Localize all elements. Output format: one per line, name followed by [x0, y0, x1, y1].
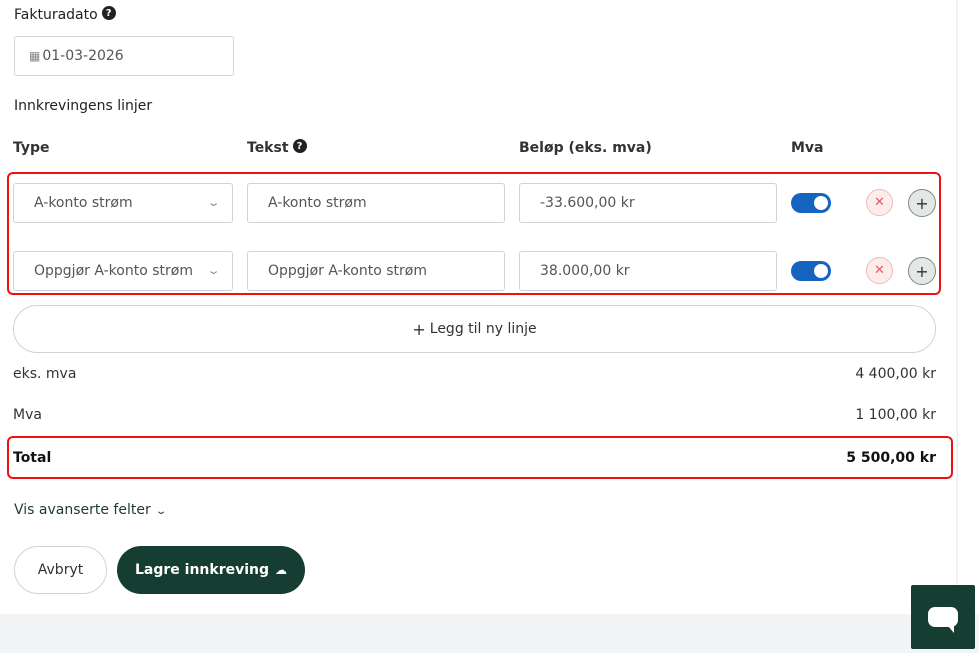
line-text-value: Oppgjør A-konto strøm [268, 263, 427, 279]
line-type-select[interactable]: A-konto strøm ⌄ [13, 183, 233, 223]
plus-icon: + [915, 261, 929, 281]
summary-vat-row: Mva 1 100,00 kr [13, 407, 936, 423]
chat-icon [928, 607, 958, 633]
chevron-down-icon: ⌄ [206, 196, 221, 209]
lines-title: Innkrevingens linjer [14, 98, 153, 114]
scrollbar[interactable] [957, 0, 979, 614]
advanced-label: Vis avanserte felter [14, 502, 151, 518]
cancel-button[interactable]: Avbryt [14, 546, 107, 594]
save-label: Lagre innkreving [134, 562, 270, 578]
total-label: Total [13, 450, 52, 466]
ex-vat-value: 4 400,00 kr [855, 366, 936, 382]
save-button[interactable]: Lagre innkreving ☁ [117, 546, 305, 594]
add-new-line-label: Legg til ny linje [429, 321, 537, 337]
toggle-knob [814, 264, 828, 278]
line-text-input[interactable]: Oppgjør A-konto strøm [247, 251, 505, 291]
help-icon[interactable]: ? [101, 6, 116, 20]
add-new-line-button[interactable]: + Legg til ny linje [13, 305, 936, 353]
line-amount-value: -33.600,00 kr [540, 195, 635, 211]
total-value: 5 500,00 kr [846, 450, 936, 466]
chat-button[interactable] [911, 585, 975, 649]
line-amount-value: 38.000,00 kr [540, 263, 630, 279]
cloud-upload-icon: ☁ [275, 563, 288, 577]
line-text-value: A-konto strøm [268, 195, 367, 211]
invoice-date-input[interactable]: ▦ 01-03-2026 [14, 36, 234, 76]
invoice-date-label: Fakturadato? [14, 6, 116, 23]
invoice-date-value: 01-03-2026 [42, 48, 124, 64]
line-type-value: A-konto strøm [34, 195, 133, 211]
calendar-icon: ▦ [29, 49, 41, 63]
line-vat-toggle[interactable] [791, 193, 831, 213]
close-icon: ✕ [874, 195, 885, 210]
chevron-down-icon: ⌄ [206, 264, 221, 277]
line-text-input[interactable]: A-konto strøm [247, 183, 505, 223]
remove-line-button[interactable]: ✕ [866, 189, 893, 216]
col-header-text: Tekst? [247, 139, 307, 156]
line-type-value: Oppgjør A-konto strøm [34, 263, 193, 279]
vat-label: Mva [13, 407, 42, 423]
line-amount-input[interactable]: 38.000,00 kr [519, 251, 777, 291]
plus-icon: + [915, 193, 929, 213]
col-header-vat: Mva [791, 140, 824, 156]
ex-vat-label: eks. mva [13, 366, 77, 382]
line-type-select[interactable]: Oppgjør A-konto strøm ⌄ [13, 251, 233, 291]
remove-line-button[interactable]: ✕ [866, 257, 893, 284]
summary-total-row: Total 5 500,00 kr [13, 450, 936, 466]
line-vat-toggle[interactable] [791, 261, 831, 281]
col-header-type: Type [13, 140, 50, 156]
col-header-amount: Beløp (eks. mva) [519, 140, 652, 156]
line-amount-input[interactable]: -33.600,00 kr [519, 183, 777, 223]
help-icon[interactable]: ? [292, 139, 307, 153]
add-line-after-button[interactable]: + [908, 189, 936, 217]
close-icon: ✕ [874, 263, 885, 278]
cancel-label: Avbryt [37, 562, 84, 578]
show-advanced-fields-toggle[interactable]: Vis avanserte felter ⌄ [14, 502, 168, 518]
summary-ex-vat-row: eks. mva 4 400,00 kr [13, 366, 936, 382]
toggle-knob [814, 196, 828, 210]
chevron-down-icon: ⌄ [154, 506, 168, 517]
invoice-form-card: Fakturadato? ▦ 01-03-2026 Innkrevingens … [0, 0, 956, 614]
plus-icon: + [412, 319, 426, 339]
add-line-after-button[interactable]: + [908, 257, 936, 285]
vat-value: 1 100,00 kr [855, 407, 936, 423]
